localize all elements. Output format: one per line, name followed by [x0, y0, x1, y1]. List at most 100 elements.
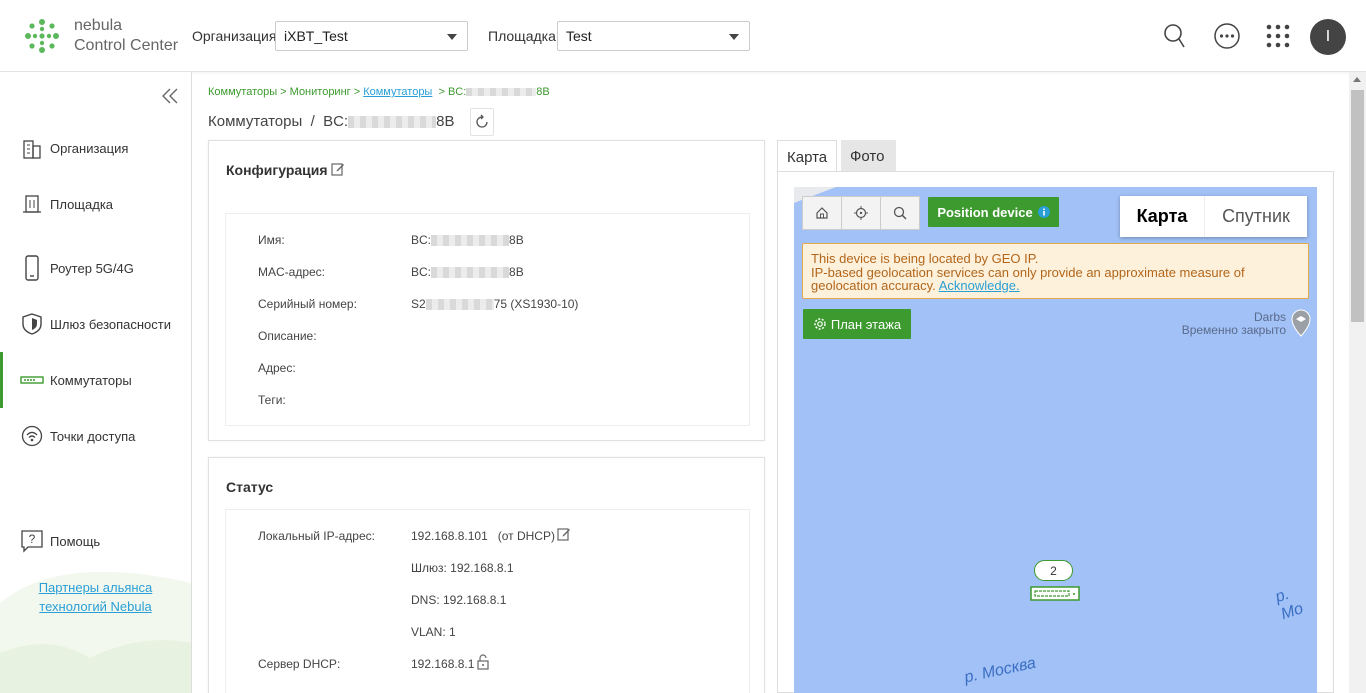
tab-map[interactable]: Карта [777, 140, 837, 172]
site-select-value: Test [566, 28, 592, 44]
breadcrumb-part-1: Коммутаторы > Мониторинг > [208, 86, 361, 98]
chevron-down-icon [729, 34, 739, 40]
tab-photo-label: Фото [850, 148, 885, 165]
sidebar-item-help[interactable]: ? Помощь [0, 513, 191, 569]
status-value-vlan: VLAN: 1 [411, 625, 456, 639]
shield-icon [20, 312, 44, 336]
floor-plan-button[interactable]: План этажа [803, 309, 911, 339]
site-select[interactable]: Test [557, 21, 750, 51]
org-select[interactable]: iXBT_Test [275, 21, 468, 51]
mobile-router-icon [20, 255, 44, 281]
sidebar-item-label: Шлюз безопасности [50, 316, 172, 332]
poi-pin-icon[interactable] [1291, 309, 1311, 337]
site-select-label: Площадка: [488, 28, 560, 44]
map-type-satellite[interactable]: Спутник [1204, 196, 1307, 237]
search-icon[interactable] [1157, 18, 1193, 54]
config-label-tags: Теги: [258, 393, 286, 407]
config-value-mac: BC: 8B [411, 265, 524, 279]
search-icon[interactable] [881, 197, 919, 229]
sidebar-item-router[interactable]: Роутер 5G/4G [0, 240, 191, 296]
page-title-suffix: 8B [436, 113, 455, 130]
config-value-mac-suffix: 8B [509, 265, 524, 279]
map-toolbar [802, 196, 920, 230]
status-title: Статус [226, 479, 274, 495]
chevron-down-icon [447, 34, 457, 40]
status-value-dns: DNS: 192.168.8.1 [411, 593, 507, 607]
redacted-block [431, 235, 510, 247]
svg-text:?: ? [29, 532, 36, 546]
status-value-local-ip-text: 192.168.8.101 (от DHCP) [411, 529, 555, 543]
home-icon[interactable] [803, 197, 842, 229]
position-device-label: Position device [937, 204, 1033, 220]
config-label-serial: Серийный номер: [258, 297, 357, 311]
page-title-prefix: Коммутаторы / BC: [208, 113, 349, 130]
sidebar-item-label: Точки доступа [50, 428, 136, 444]
partners-link[interactable]: Партнеры альянса технологий Nebula [0, 578, 191, 616]
config-value-name-suffix: 8B [509, 233, 524, 247]
sidebar-item-label: Коммутаторы [50, 372, 132, 388]
org-select-label: Организация: [192, 28, 281, 44]
sidebar-item-switches[interactable]: Коммутаторы [0, 352, 191, 408]
scrollbar-thumb[interactable] [1351, 90, 1364, 322]
refresh-button[interactable] [470, 108, 494, 136]
locate-icon[interactable] [842, 197, 881, 229]
scroll-up-icon[interactable] [1353, 77, 1361, 82]
unlock-icon[interactable] [476, 654, 490, 670]
status-value-dhcp: 192.168.8.1 [411, 657, 475, 671]
map-poi[interactable]: Darbs Временно закрыто [1182, 311, 1286, 337]
map-type-map-label: Карта [1136, 206, 1188, 226]
redacted-block [348, 116, 437, 129]
collapse-sidebar-icon[interactable] [160, 86, 182, 106]
config-label-address: Адрес: [258, 361, 296, 375]
cluster-count-badge[interactable]: 2 [1034, 560, 1073, 581]
wifi-icon [20, 424, 44, 448]
redacted-block [466, 88, 537, 97]
page-scrollbar[interactable] [1349, 72, 1366, 693]
acknowledge-link[interactable]: Acknowledge. [939, 278, 1020, 293]
apps-grid-icon[interactable] [1260, 18, 1296, 54]
edit-icon[interactable] [331, 162, 345, 176]
sidebar-item-security-gateway[interactable]: Шлюз безопасности [0, 296, 191, 352]
position-device-button[interactable]: Position device [928, 197, 1059, 227]
config-value-mac-prefix: BC: [411, 265, 432, 279]
switch-marker-icon[interactable] [1030, 586, 1080, 601]
brand-name: nebula Control Center [74, 16, 178, 56]
sidebar-item-label: Помощь [50, 533, 101, 549]
config-value-name: BC: 8B [411, 233, 524, 247]
breadcrumb-link-switches[interactable]: Коммутаторы [363, 86, 432, 98]
sidebar-item-label: Площадка [50, 196, 114, 212]
status-value-local-ip: 192.168.8.101 (от DHCP) [411, 529, 555, 543]
geoip-warning: This device is being located by GEO IP. … [802, 243, 1309, 299]
sidebar-item-organization[interactable]: Организация [0, 120, 191, 176]
breadcrumb-current-prefix: > BC: [438, 86, 467, 98]
partners-link-line-2[interactable]: технологий Nebula [0, 597, 191, 616]
more-options-icon[interactable] [1209, 18, 1245, 54]
status-value-gateway: Шлюз: 192.168.8.1 [411, 561, 514, 575]
status-label-local-ip: Локальный IP-адрес: [258, 529, 375, 543]
info-icon [1037, 206, 1050, 218]
org-select-value: iXBT_Test [284, 28, 348, 44]
map-type-map[interactable]: Карта [1120, 196, 1204, 237]
status-card: Статус Локальный IP-адрес: 192.168.8.101… [208, 457, 765, 693]
cluster-count: 2 [1050, 563, 1057, 578]
configuration-details: Имя: BC: 8B MAC-адрес: BC: 8B Серийный ном… [225, 213, 750, 426]
sidebar-item-site[interactable]: Площадка [0, 176, 191, 232]
nebula-logo[interactable] [24, 18, 60, 54]
configuration-card: Конфигурация Имя: BC: 8B MAC-адрес: BC: 8B… [208, 140, 765, 441]
sidebar-item-access-points[interactable]: Точки доступа [0, 408, 191, 464]
avatar-letter: I [1325, 28, 1331, 45]
edit-icon[interactable] [557, 527, 571, 541]
config-label-mac: MAC-адрес: [258, 265, 326, 279]
brand-line-2: Control Center [74, 37, 179, 54]
building-icon [20, 136, 44, 160]
partners-link-line-1[interactable]: Партнеры альянса [0, 578, 191, 597]
gear-icon [814, 318, 826, 330]
map-type-satellite-label: Спутник [1222, 206, 1290, 226]
redacted-block [431, 267, 510, 279]
config-label-name: Имя: [258, 233, 285, 247]
site-icon [20, 192, 44, 216]
tab-photo[interactable]: Фото [841, 140, 896, 172]
avatar[interactable]: I [1310, 19, 1346, 55]
warning-line-3: geolocation accuracy. Acknowledge. [811, 279, 1300, 293]
poi-status: Временно закрыто [1181, 323, 1286, 337]
